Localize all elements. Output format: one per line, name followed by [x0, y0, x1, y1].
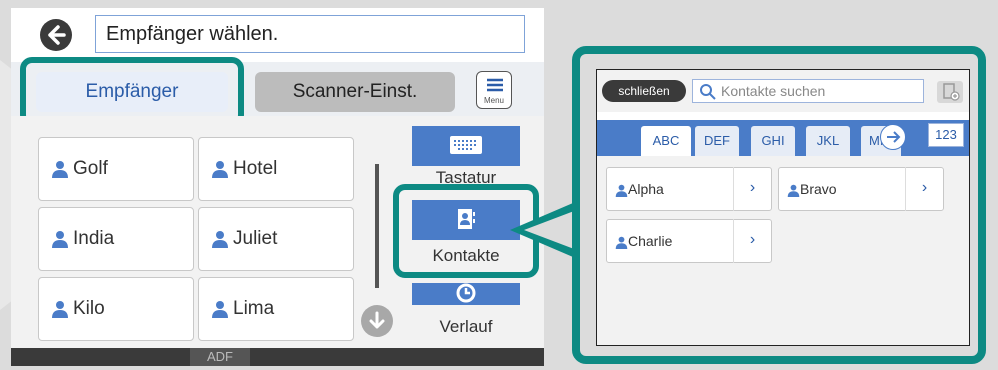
contact-label: Kilo: [73, 298, 105, 319]
history-button[interactable]: [412, 283, 520, 305]
chevron-right-icon: ›: [749, 231, 756, 248]
recipient-input[interactable]: Empfänger wählen.: [95, 15, 525, 53]
contact-label: Golf: [73, 158, 108, 179]
contact-detail-chevron[interactable]: ›: [733, 167, 771, 211]
tabs-next-button[interactable]: [880, 124, 906, 150]
contact-label: Charlie: [628, 233, 673, 249]
tab-ghi[interactable]: GHI: [751, 126, 795, 156]
arrow-down-icon: [369, 311, 385, 329]
add-contact-button[interactable]: [937, 81, 963, 103]
contact-label: Juliet: [233, 228, 278, 249]
contacts-search-input[interactable]: Kontakte suchen: [692, 79, 924, 103]
person-icon: [52, 230, 68, 248]
person-icon: [615, 184, 628, 197]
back-button[interactable]: [40, 19, 72, 51]
footer-bar: [11, 348, 544, 366]
scrollbar[interactable]: [375, 164, 379, 288]
menu-icon: [487, 78, 503, 92]
back-arrow-icon: [48, 25, 66, 45]
person-icon: [212, 160, 228, 178]
tab-jkl[interactable]: JKL: [806, 126, 850, 156]
contact-item-india[interactable]: India: [38, 207, 194, 271]
scroll-down-button[interactable]: [361, 305, 393, 337]
arrow-right-icon: [887, 131, 901, 143]
contact-detail-chevron[interactable]: ›: [905, 167, 943, 211]
chevron-right-icon: ›: [749, 179, 756, 196]
menu-label: Menu: [483, 96, 504, 105]
contact-label: Bravo: [800, 181, 837, 197]
contact-item-hotel[interactable]: Hotel: [198, 137, 354, 201]
contact-label: Hotel: [233, 158, 278, 179]
contact-label: Alpha: [628, 181, 664, 197]
contact-item-golf[interactable]: Golf: [38, 137, 194, 201]
keyboard-button[interactable]: [412, 126, 520, 166]
person-icon: [52, 160, 68, 178]
person-icon: [52, 300, 68, 318]
tab-numbers[interactable]: 123: [928, 123, 964, 147]
contact-label: Lima: [233, 298, 275, 319]
person-icon: [212, 230, 228, 248]
contact-item-lima[interactable]: Lima: [198, 277, 354, 341]
person-icon: [787, 184, 800, 197]
contact-detail-chevron[interactable]: ›: [733, 219, 771, 263]
chevron-right-icon: ›: [921, 179, 928, 196]
clock-icon: [456, 283, 476, 303]
history-label: Verlauf: [439, 317, 493, 336]
tab-def[interactable]: DEF: [695, 126, 739, 156]
person-icon: [212, 300, 228, 318]
contact-item-juliet[interactable]: Juliet: [198, 207, 354, 271]
person-icon: [615, 236, 628, 249]
adf-label: ADF: [190, 348, 250, 366]
add-contact-icon: [943, 83, 960, 101]
tab-scanner-settings[interactable]: Scanner-Einst.: [255, 72, 455, 112]
search-placeholder: Kontakte suchen: [721, 83, 826, 99]
keyboard-icon: [450, 136, 482, 154]
close-button[interactable]: schließen: [602, 80, 686, 102]
contact-label: India: [73, 228, 115, 249]
contact-item-kilo[interactable]: Kilo: [38, 277, 194, 341]
tab-abc[interactable]: ABC: [641, 126, 691, 156]
search-icon: [700, 84, 716, 100]
